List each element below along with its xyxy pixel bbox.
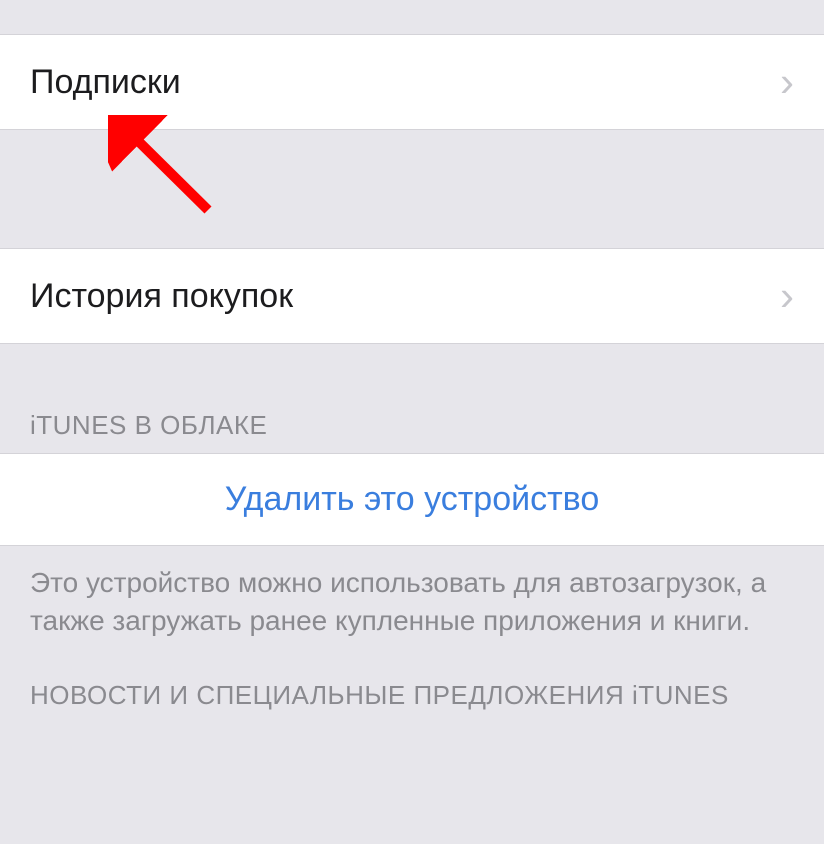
purchase-history-row[interactable]: История покупок ›	[0, 248, 824, 344]
spacer	[0, 0, 824, 34]
purchase-history-label: История покупок	[30, 277, 293, 316]
itunes-cloud-section-header: iTUNES В ОБЛАКЕ	[0, 344, 824, 453]
news-offers-section-header: НОВОСТИ И СПЕЦИАЛЬНЫЕ ПРЕДЛОЖЕНИЯ iTUNES	[0, 650, 824, 725]
remove-device-row[interactable]: Удалить это устройство	[0, 453, 824, 546]
subscriptions-row[interactable]: Подписки ›	[0, 34, 824, 130]
chevron-right-icon: ›	[780, 275, 794, 317]
spacer	[0, 130, 824, 248]
subscriptions-label: Подписки	[30, 63, 181, 102]
chevron-right-icon: ›	[780, 61, 794, 103]
remove-device-label: Удалить это устройство	[225, 480, 600, 518]
device-info-footer: Это устройство можно использовать для ав…	[0, 546, 824, 650]
settings-screen: Подписки › История покупок › iTUNES В ОБ…	[0, 0, 824, 844]
